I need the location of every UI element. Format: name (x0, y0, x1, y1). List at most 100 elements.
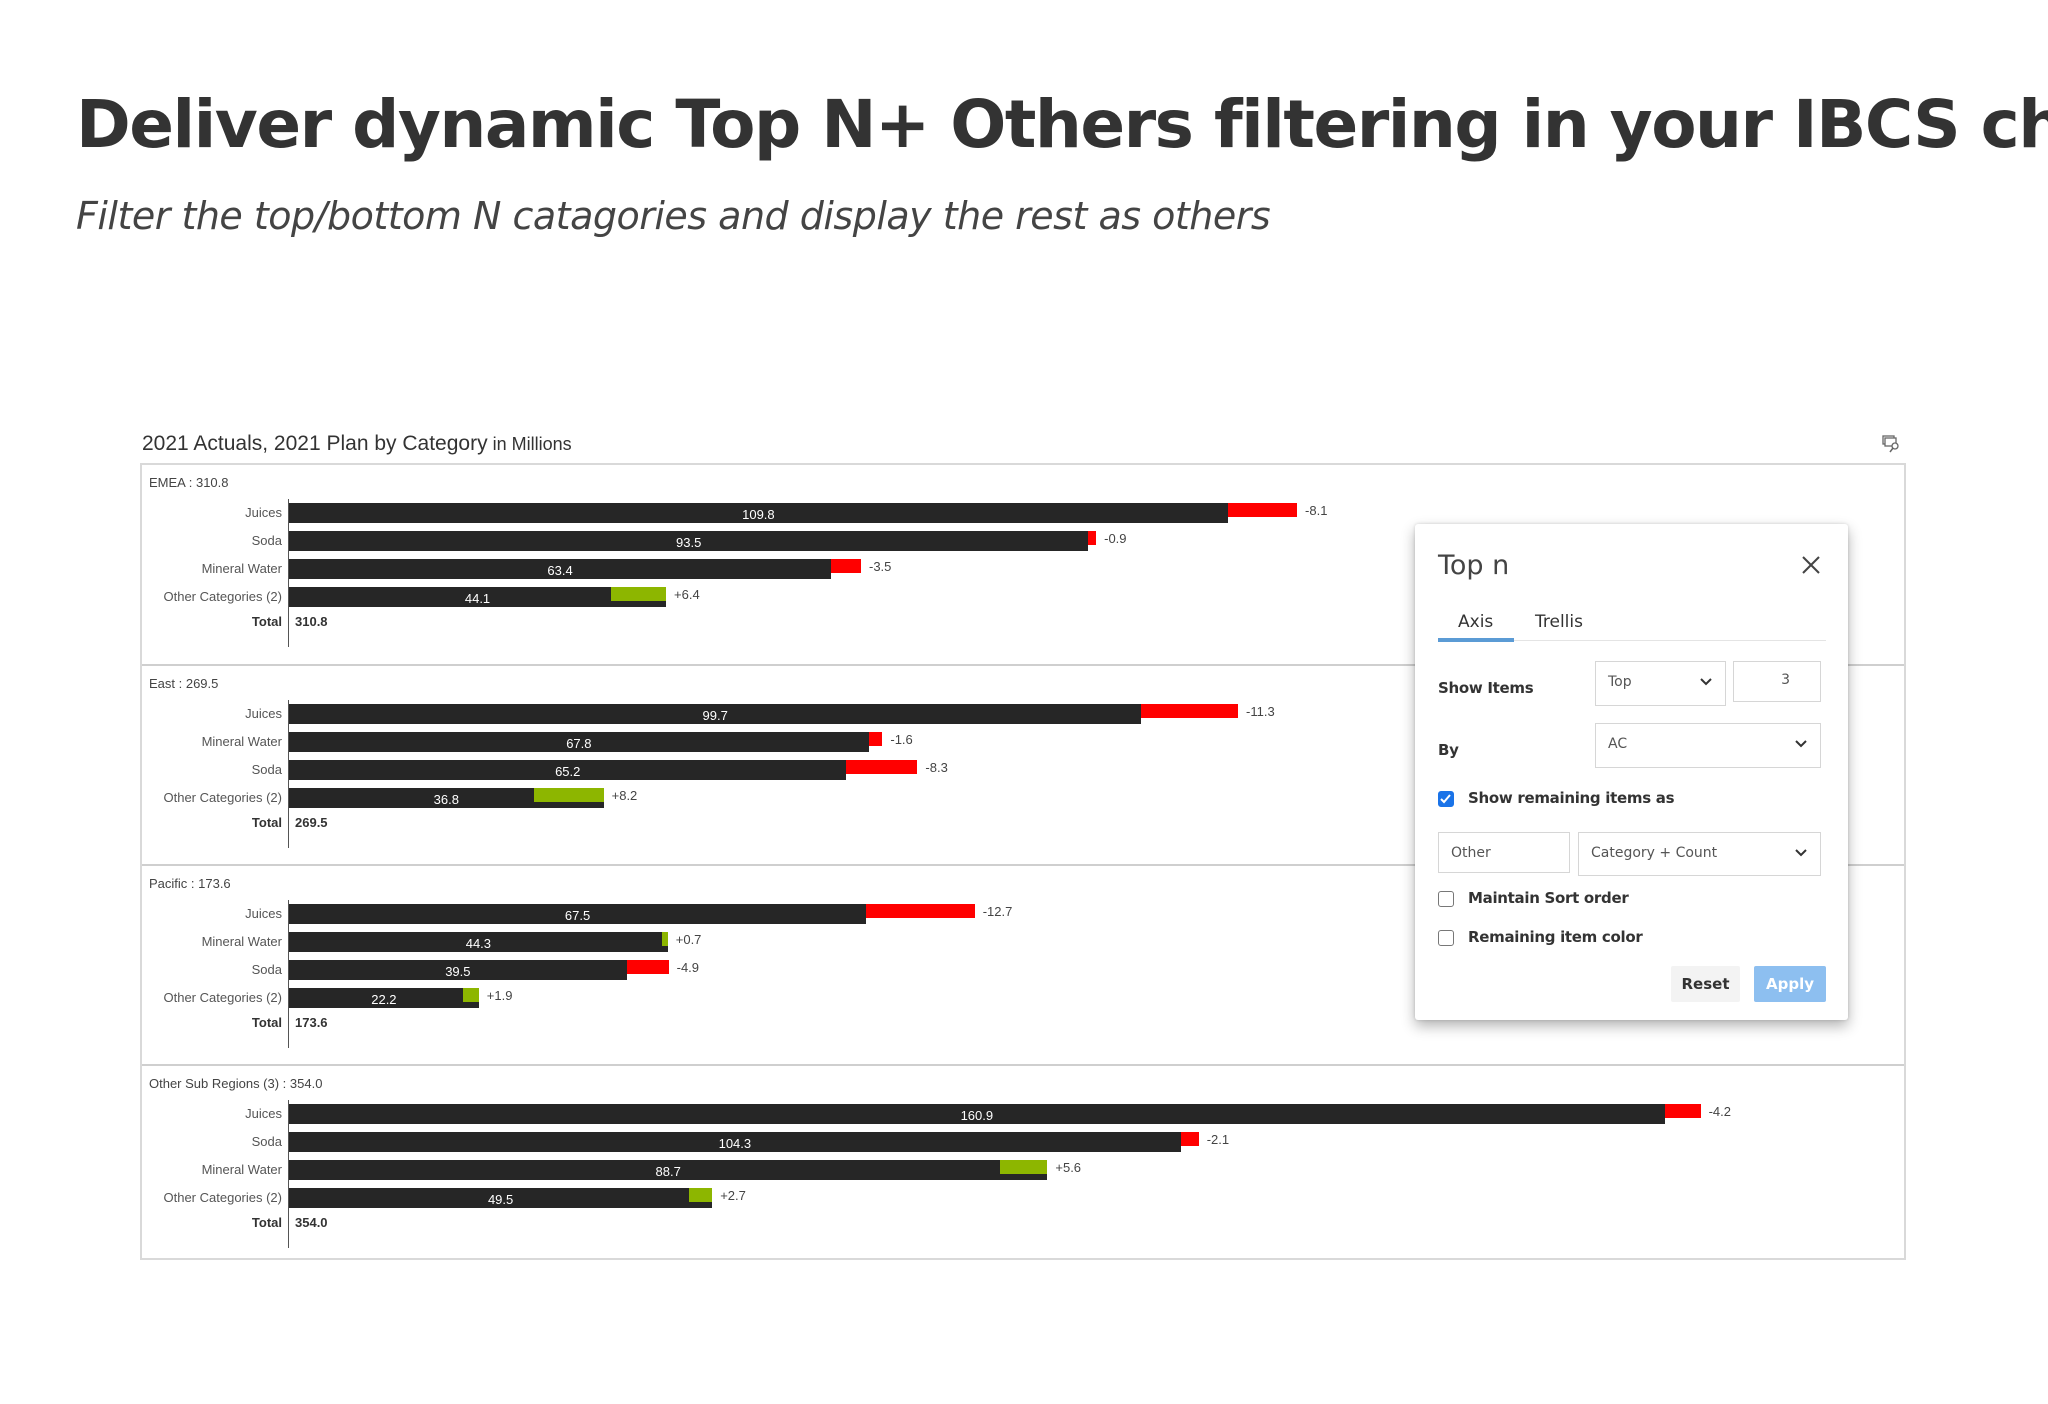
delta-value-label: -8.3 (925, 760, 948, 775)
negative-delta-bar[interactable] (1664, 1104, 1701, 1118)
negative-delta-bar[interactable] (831, 559, 861, 573)
maintain-sort-label: Maintain Sort order (1468, 889, 1629, 907)
category-label: Soda (251, 533, 282, 548)
actual-value-label: 99.7 (702, 708, 728, 723)
panel-label: East : 269.5 (149, 676, 219, 691)
category-label: Juices (245, 505, 282, 520)
total-value: 310.8 (295, 614, 328, 629)
category-label: Mineral Water (201, 1162, 282, 1177)
delta-value-label: +0.7 (675, 932, 702, 947)
actual-value-label: 44.3 (465, 936, 492, 951)
actual-value-label: 63.4 (547, 563, 573, 578)
positive-delta-bar[interactable] (999, 1160, 1048, 1174)
actual-value-label: 160.9 (960, 1108, 994, 1123)
bar-row: Other Categories (2) 49.5 +2.7 (142, 1188, 1904, 1208)
negative-delta-bar[interactable] (1141, 704, 1239, 718)
chevron-down-icon (1700, 678, 1712, 686)
category-label: Juices (245, 906, 282, 921)
total-value: 269.5 (295, 815, 328, 830)
tab-axis[interactable]: Axis (1458, 612, 1493, 632)
negative-delta-bar[interactable] (868, 732, 883, 746)
category-label: Juices (245, 1106, 282, 1121)
actual-value-label: 22.2 (371, 992, 397, 1007)
delta-value-label: +6.4 (674, 587, 700, 602)
actual-value-label: 36.8 (433, 792, 459, 807)
negative-delta-bar[interactable] (1180, 1132, 1199, 1146)
count-value: 3 (1781, 672, 1790, 688)
other-format-value: Category + Count (1591, 845, 1718, 861)
close-icon[interactable] (1800, 554, 1822, 576)
total-row: Total 354.0 (142, 1213, 1904, 1233)
chevron-down-icon (1795, 849, 1807, 857)
negative-delta-bar[interactable] (866, 904, 975, 918)
count-input[interactable]: 3 (1733, 661, 1821, 702)
panel-label: EMEA : 310.8 (149, 475, 229, 490)
delta-value-label: -4.9 (676, 960, 700, 975)
category-label: Other Categories (2) (163, 990, 283, 1005)
other-name-value: Other (1451, 845, 1491, 861)
actual-value-label: 44.1 (464, 591, 491, 606)
total-label: Total (251, 614, 282, 629)
bar-row: Juices 109.8 -8.1 (142, 503, 1904, 523)
positive-delta-bar[interactable] (661, 932, 668, 946)
total-value: 354.0 (295, 1215, 328, 1230)
show-remaining-label: Show remaining items as (1468, 789, 1675, 807)
chevron-down-icon (1795, 740, 1807, 748)
chart-unit: in Millions (487, 434, 572, 454)
chart-title-text: 2021 Actuals, 2021 Plan by Category (142, 432, 488, 455)
negative-delta-bar[interactable] (626, 960, 669, 974)
delta-value-label: +2.7 (720, 1188, 746, 1203)
delta-value-label: +5.6 (1055, 1160, 1082, 1175)
show-items-label: Show Items (1438, 679, 1534, 697)
actual-value-label: 67.5 (564, 908, 591, 923)
positive-delta-bar[interactable] (533, 788, 604, 802)
actual-value-label: 88.7 (655, 1164, 681, 1179)
category-label: Mineral Water (201, 934, 282, 949)
other-format-select[interactable]: Category + Count (1578, 832, 1821, 876)
remaining-color-label: Remaining item color (1468, 928, 1643, 946)
bar-row: Soda 104.3 -2.1 (142, 1132, 1904, 1152)
delta-value-label: -4.2 (1708, 1104, 1731, 1119)
tab-trellis[interactable]: Trellis (1535, 612, 1583, 632)
negative-delta-bar[interactable] (1088, 531, 1097, 545)
visual-search-icon[interactable] (1882, 434, 1902, 454)
show-items-value: Top (1608, 674, 1632, 690)
negative-delta-bar[interactable] (846, 760, 918, 774)
panel-label: Other Sub Regions (3) : 354.0 (149, 1076, 323, 1091)
total-value: 173.6 (295, 1015, 328, 1030)
category-label: Soda (251, 762, 282, 777)
actual-value-label: 49.5 (487, 1192, 514, 1207)
category-label: Other Categories (2) (163, 1190, 283, 1205)
positive-delta-bar[interactable] (611, 587, 667, 601)
active-tab-indicator (1438, 638, 1514, 642)
category-label: Other Categories (2) (163, 790, 283, 805)
bar-row: Juices 160.9 -4.2 (142, 1104, 1904, 1124)
other-name-input[interactable]: Other (1438, 832, 1570, 873)
total-label: Total (251, 815, 282, 830)
delta-value-label: +1.9 (486, 988, 513, 1003)
actual-value-label: 39.5 (445, 964, 471, 979)
show-items-select[interactable]: Top (1595, 661, 1726, 706)
page-subheadline: Filter the top/bottom N catagories and d… (76, 194, 1271, 238)
delta-value-label: -8.1 (1305, 503, 1328, 518)
category-label: Juices (245, 706, 282, 721)
actual-value-label: 109.8 (742, 507, 775, 522)
total-label: Total (251, 1215, 282, 1230)
dialog-title: Top n (1438, 550, 1510, 581)
positive-delta-bar[interactable] (689, 1188, 713, 1202)
show-remaining-checkbox[interactable] (1438, 791, 1454, 807)
by-select[interactable]: AC (1595, 723, 1821, 768)
chart-title: 2021 Actuals, 2021 Plan by Category in M… (142, 432, 572, 456)
reset-button[interactable]: Reset (1671, 966, 1740, 1002)
trellis-panel: Other Sub Regions (3) : 354.0 Juices 160.9… (142, 1064, 1904, 1264)
remaining-color-checkbox[interactable] (1438, 930, 1454, 946)
topn-dialog: Top n Axis Trellis Show Items Top 3 By A… (1415, 524, 1848, 1020)
positive-delta-bar[interactable] (462, 988, 479, 1002)
by-value: AC (1608, 736, 1628, 752)
negative-delta-bar[interactable] (1227, 503, 1298, 517)
maintain-sort-checkbox[interactable] (1438, 891, 1454, 907)
total-label: Total (251, 1015, 282, 1030)
category-label: Mineral Water (201, 734, 282, 749)
check-icon (1440, 794, 1451, 804)
apply-button[interactable]: Apply (1754, 966, 1826, 1002)
